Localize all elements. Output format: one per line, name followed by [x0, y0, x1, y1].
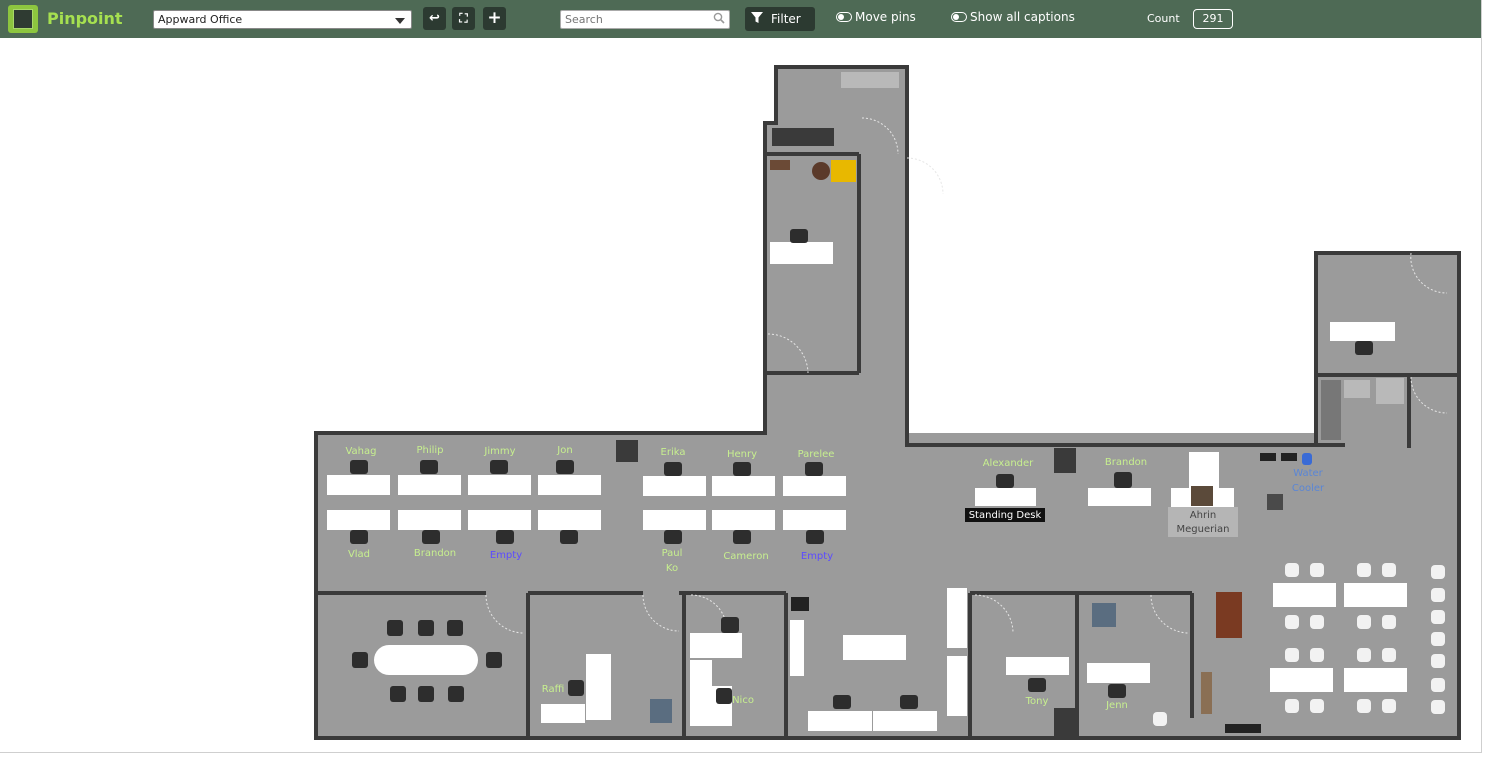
- pin-label-cameron[interactable]: Cameron: [723, 551, 768, 562]
- pin-label-parelee[interactable]: Parelee: [798, 449, 835, 460]
- pin-label-standing-desk[interactable]: Standing Desk: [969, 510, 1042, 521]
- show-captions-toggle[interactable]: [951, 12, 967, 22]
- pin-label-empty-1[interactable]: Empty: [490, 550, 522, 561]
- fullscreen-button[interactable]: ⛶: [452, 7, 475, 30]
- floor-plan[interactable]: Vahag Philip Jimmy Jon Erika Henry Parel…: [0, 38, 1481, 753]
- undo-icon: ↩: [429, 11, 440, 26]
- app-title: Pinpoint: [47, 9, 123, 28]
- avatar[interactable]: [1191, 486, 1213, 506]
- add-pin-button[interactable]: +: [483, 7, 506, 30]
- pin-label-water[interactable]: Water: [1293, 468, 1323, 479]
- pin-label-brandon-bottom[interactable]: Brandon: [414, 548, 456, 559]
- pin-label-jimmy[interactable]: Jimmy: [483, 446, 515, 457]
- pin-label-philip[interactable]: Philip: [416, 445, 443, 456]
- pin-label-vlad[interactable]: Vlad: [348, 549, 370, 560]
- pin-label-cooler[interactable]: Cooler: [1292, 483, 1325, 494]
- pin-label-jenn[interactable]: Jenn: [1105, 700, 1128, 711]
- chevron-down-icon: [395, 18, 405, 24]
- pin-label-paul[interactable]: Paul: [662, 548, 683, 559]
- pin-label-meguerian[interactable]: Meguerian: [1177, 524, 1230, 535]
- pin-label-brandon-top[interactable]: Brandon: [1105, 457, 1147, 468]
- filter-label: Filter: [771, 12, 801, 26]
- fullscreen-icon: ⛶: [459, 11, 468, 25]
- pin-label-vahag[interactable]: Vahag: [345, 446, 376, 457]
- search-input[interactable]: [560, 10, 730, 29]
- office-select[interactable]: Appward Office: [153, 10, 412, 29]
- move-pins-toggle[interactable]: [836, 12, 852, 22]
- pin-label-jon[interactable]: Jon: [556, 445, 572, 456]
- office-select-value: Appward Office: [158, 13, 243, 26]
- filter-icon: [751, 12, 763, 23]
- move-pins-label: Move pins: [855, 10, 916, 24]
- back-button[interactable]: ↩: [423, 7, 446, 30]
- show-captions-label: Show all captions: [970, 10, 1075, 24]
- count-label: Count: [1147, 12, 1180, 25]
- top-toolbar: Pinpoint Appward Office ↩ ⛶ + Filter Mov…: [0, 0, 1481, 38]
- pin-label-ko[interactable]: Ko: [666, 563, 678, 574]
- pin-label-nico[interactable]: Nico: [732, 695, 754, 706]
- water-cooler-icon[interactable]: [1302, 453, 1312, 465]
- pin-label-ahrin[interactable]: Ahrin: [1190, 510, 1216, 521]
- pinpoint-logo-icon: [8, 5, 38, 33]
- pin-label-empty-2[interactable]: Empty: [801, 551, 833, 562]
- pin-label-tony[interactable]: Tony: [1025, 696, 1049, 707]
- search-icon: [713, 12, 725, 24]
- pin-label-henry[interactable]: Henry: [727, 449, 757, 460]
- pin-label-raffi[interactable]: Raffi: [542, 684, 565, 695]
- pin-label-alexander[interactable]: Alexander: [983, 458, 1034, 469]
- pin-label-erika[interactable]: Erika: [661, 447, 686, 458]
- count-value: 291: [1193, 9, 1233, 29]
- plus-icon: +: [487, 8, 502, 28]
